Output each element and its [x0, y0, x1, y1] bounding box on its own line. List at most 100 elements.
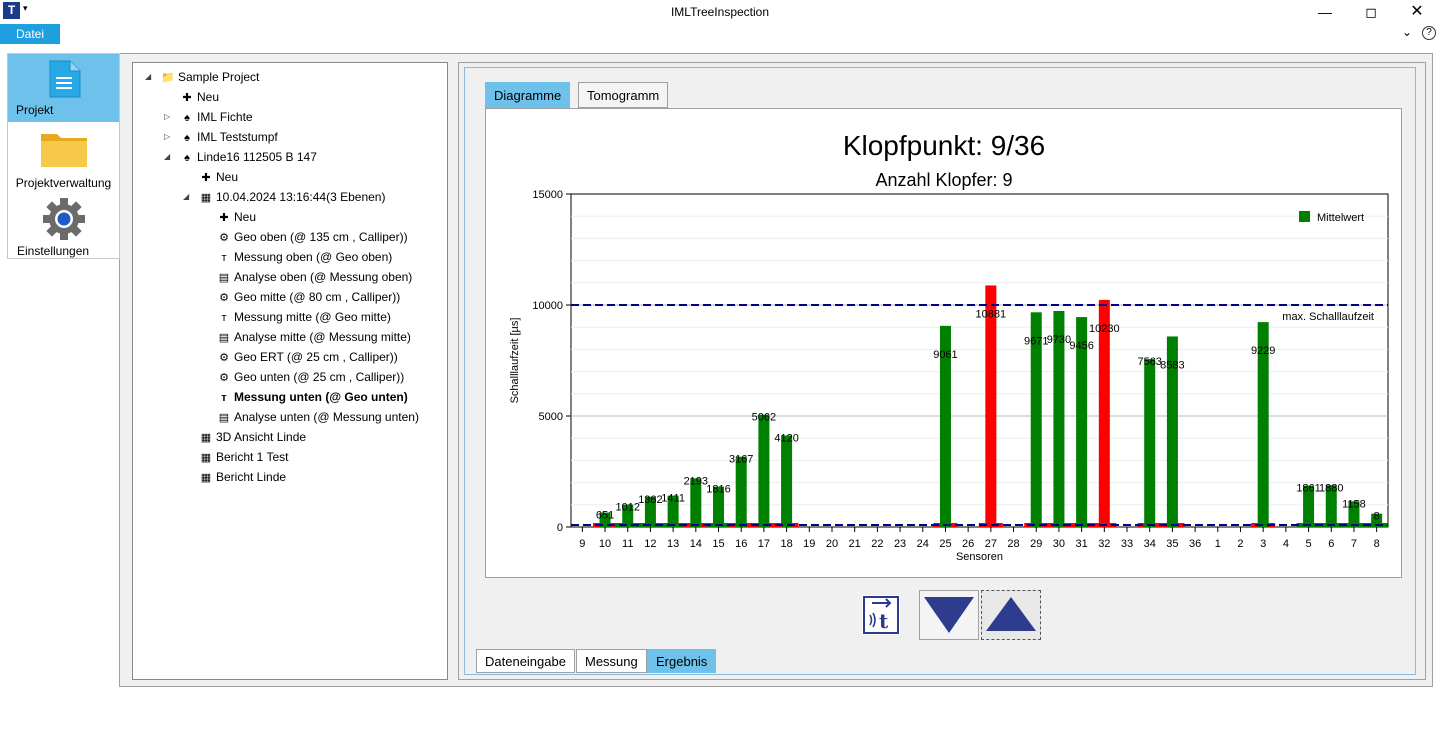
sound-time-button[interactable]: t: [862, 595, 900, 635]
up-button[interactable]: [981, 590, 1041, 640]
grid-icon: ▦: [200, 432, 212, 444]
data-label: 3167: [729, 454, 753, 466]
y-tick-label: 0: [557, 522, 563, 534]
tree-node-label: Geo ERT (@ 25 cm , Calliper)): [234, 350, 398, 364]
data-label: 4120: [774, 433, 798, 445]
nav-label: Projektverwaltung: [15, 176, 112, 190]
tree-node[interactable]: ⚙ Geo oben (@ 135 cm , Calliper)): [217, 228, 408, 246]
tree-node[interactable]: ✚ Neu: [180, 88, 219, 106]
bar: [985, 285, 997, 527]
x-tick-label: 1: [1215, 538, 1221, 550]
tree-node[interactable]: ⚙ Geo unten (@ 25 cm , Calliper)): [217, 368, 404, 386]
x-tick-label: 34: [1144, 538, 1156, 550]
tree-node-label: Bericht Linde: [216, 470, 287, 484]
down-button[interactable]: [919, 590, 979, 640]
tree-node[interactable]: т Messung unten (@ Geo unten): [217, 388, 407, 406]
tree-node-label: Messung mitte (@ Geo mitte): [234, 310, 391, 324]
x-tick-label: 4: [1283, 538, 1289, 550]
x-tick-label: 2: [1237, 538, 1243, 550]
tree-node-label: IML Teststumpf: [197, 130, 278, 144]
maximize-button[interactable]: ◻: [1348, 0, 1394, 24]
tree-node-label: Neu: [216, 170, 239, 184]
data-label: 1816: [706, 484, 730, 496]
data-label: 2193: [684, 475, 708, 487]
tree-node[interactable]: ⚙ Geo mitte (@ 80 cm , Calliper)): [217, 288, 400, 306]
tree-node[interactable]: ♠ Linde16 112505 B 147: [180, 148, 317, 166]
x-tick-label: 7: [1351, 538, 1357, 550]
x-tick-label: 3: [1260, 538, 1266, 550]
tree-node[interactable]: т Messung mitte (@ Geo mitte): [217, 308, 391, 326]
expand-toggle-icon[interactable]: ▷: [164, 128, 170, 146]
data-label: 7563: [1137, 356, 1161, 368]
threshold-label: max. Schalllaufzeit: [1282, 311, 1374, 323]
tree-node[interactable]: ♠ IML Teststumpf: [180, 128, 278, 146]
x-tick-label: 8: [1374, 538, 1380, 550]
menu-file[interactable]: Datei: [0, 24, 60, 44]
data-label: 651: [596, 510, 614, 522]
x-tick-label: 26: [962, 538, 974, 550]
tree-node[interactable]: ▦ Bericht Linde: [199, 468, 286, 486]
x-tick-label: 27: [985, 538, 997, 550]
analysis-icon: ▤: [218, 412, 230, 424]
data-label: 8583: [1160, 359, 1184, 371]
tree-node[interactable]: ▤ Analyse mitte (@ Messung mitte): [217, 328, 411, 346]
help-icon[interactable]: ?: [1422, 26, 1436, 40]
data-label: 1861: [1296, 483, 1320, 495]
x-tick-label: 5: [1306, 538, 1312, 550]
nav-item-projektverwaltung[interactable]: Projektverwaltung: [8, 124, 119, 192]
tab-tomogramm[interactable]: Tomogramm: [578, 82, 669, 108]
x-tick-label: 6: [1328, 538, 1334, 550]
data-label: 1012: [615, 502, 639, 514]
tree-node[interactable]: 📁 Sample Project: [161, 68, 259, 86]
geo-icon: ⚙: [219, 352, 229, 364]
tab-diagramme[interactable]: Diagramme: [485, 82, 571, 108]
x-tick-label: 15: [712, 538, 724, 550]
chevron-down-icon[interactable]: ⌄: [1402, 25, 1412, 39]
tree-node[interactable]: ✚ Neu: [217, 208, 256, 226]
chart-container: Klopfpunkt: 9/36 Anzahl Klopfer: 9 0 5000 10…: [485, 108, 1402, 578]
plus-icon: ✚: [182, 92, 192, 104]
grid-icon: ▦: [200, 192, 212, 204]
tree-node[interactable]: т Messung oben (@ Geo oben): [217, 248, 392, 266]
gear-icon: [43, 198, 85, 240]
window-title: IMLTreeInspection: [670, 5, 770, 19]
nav-item-einstellungen[interactable]: Einstellungen: [8, 192, 119, 260]
tab-ergebnis[interactable]: Ergebnis: [647, 649, 717, 673]
data-label: 1411: [661, 493, 685, 505]
tree-node[interactable]: ▦ 10.04.2024 13:16:44(3 Ebenen): [199, 188, 386, 206]
nav-label: Einstellungen: [17, 244, 90, 258]
tree-node-label: Messung oben (@ Geo oben): [234, 250, 393, 264]
data-label: 9061: [933, 349, 957, 361]
geo-icon: ⚙: [219, 232, 229, 244]
collapse-toggle-icon[interactable]: ◢: [183, 188, 189, 206]
tree-node[interactable]: ♠ IML Fichte: [180, 108, 253, 126]
close-button[interactable]: ✕: [1394, 0, 1440, 24]
tree-node[interactable]: ✚ Neu: [199, 168, 238, 186]
tree-node[interactable]: ▦ Bericht 1 Test: [199, 448, 289, 466]
x-tick-label: 22: [871, 538, 883, 550]
tree-icon: ♠: [184, 152, 190, 164]
nav-item-projekt[interactable]: Projekt: [8, 54, 119, 122]
tab-messung[interactable]: Messung: [576, 649, 647, 673]
plus-icon: ✚: [201, 172, 211, 184]
x-tick-label: 20: [826, 538, 838, 550]
sound-time-icon: t: [863, 596, 899, 634]
measure-icon: т: [221, 252, 227, 264]
triangle-up-icon: [986, 597, 1036, 631]
tree-node-label: Linde16 112505 B 147: [197, 150, 317, 164]
tree-node-label: Analyse oben (@ Messung oben): [234, 270, 413, 284]
x-tick-label: 14: [690, 538, 702, 550]
data-label: 1362: [638, 494, 662, 506]
geo-icon: ⚙: [219, 372, 229, 384]
tab-dateneingabe[interactable]: Dateneingabe: [476, 649, 575, 673]
tree-node[interactable]: ⚙ Geo ERT (@ 25 cm , Calliper)): [217, 348, 398, 366]
collapse-toggle-icon[interactable]: ◢: [164, 148, 170, 166]
tree-node-label: Bericht 1 Test: [216, 450, 289, 464]
tree-node[interactable]: ▦ 3D Ansicht Linde: [199, 428, 306, 446]
tree-node[interactable]: ▤ Analyse unten (@ Messung unten): [217, 408, 419, 426]
collapse-toggle-icon[interactable]: ◢: [145, 68, 151, 86]
minimize-button[interactable]: —: [1302, 0, 1348, 24]
triangle-down-icon: [924, 597, 974, 633]
tree-node[interactable]: ▤ Analyse oben (@ Messung oben): [217, 268, 413, 286]
expand-toggle-icon[interactable]: ▷: [164, 108, 170, 126]
